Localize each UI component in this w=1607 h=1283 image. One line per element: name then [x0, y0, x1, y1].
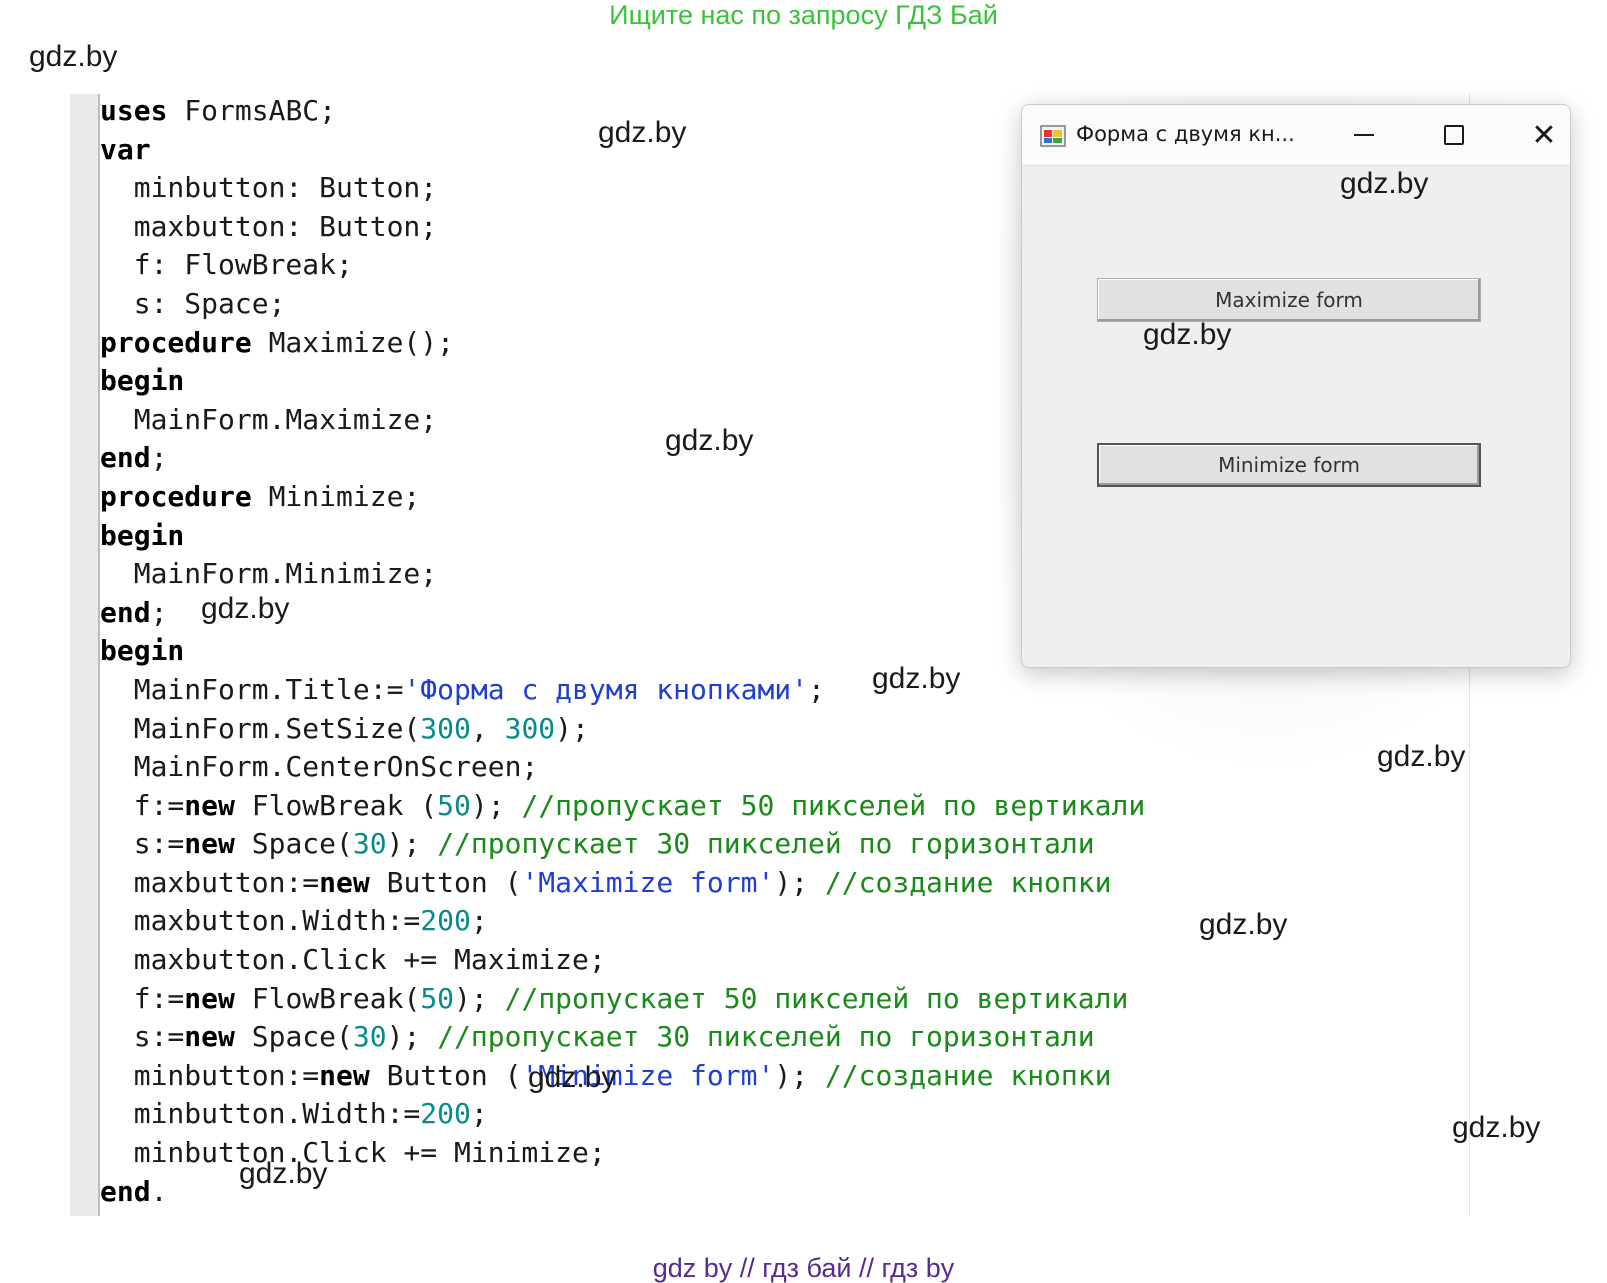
keyword: new	[319, 865, 370, 899]
code-text: s:=	[100, 827, 185, 861]
window-title: Форма с двумя кн...	[1076, 122, 1295, 146]
string-literal: 'Maximize form'	[521, 865, 775, 899]
code-text: Space(	[234, 1020, 353, 1054]
keyword: new	[184, 981, 235, 1015]
code-line: minbutton: Button;	[100, 171, 438, 205]
keyword: new	[184, 788, 235, 822]
code-text: );	[386, 827, 438, 861]
code-text: MainForm.Title:=	[100, 672, 404, 706]
keyword: new	[184, 1020, 235, 1054]
code-line: MainForm.Minimize;	[100, 557, 438, 591]
form-window[interactable]: Форма с двумя кн... ✕ Maximize form Mini…	[1021, 104, 1571, 668]
code-line: MainForm.Maximize;	[100, 402, 438, 436]
code-text: FlowBreak (	[234, 788, 438, 822]
keyword: begin	[100, 518, 185, 552]
keyword: end	[100, 595, 151, 629]
code-text: f:=	[100, 981, 185, 1015]
code-text: );	[386, 1020, 438, 1054]
number-literal: 50	[420, 981, 455, 1015]
number-literal: 30	[352, 1020, 387, 1054]
watermark: gdz.by	[239, 1157, 328, 1190]
footer-links: gdz by // гдз бай // гдз by	[652, 1253, 955, 1283]
string-literal: 'Форма с двумя кнопками'	[403, 672, 809, 706]
code-text: FlowBreak(	[234, 981, 421, 1015]
code-text: FormsABC;	[167, 94, 337, 127]
number-literal: 30	[352, 827, 387, 861]
keyword: new	[184, 827, 235, 861]
code-text: minbutton:=	[100, 1058, 320, 1092]
code-text: Minimize;	[251, 479, 421, 513]
code-line: minbutton.Click += Minimize;	[100, 1136, 606, 1170]
code-text: Space(	[234, 827, 353, 861]
comment: //пропускает 30 пикселей по горизонтали	[437, 827, 1095, 861]
keyword: end	[100, 441, 151, 475]
code-text: Button (	[369, 1058, 522, 1092]
code-text: maxbutton:=	[100, 865, 320, 899]
minimize-form-button[interactable]: Minimize form	[1097, 443, 1481, 487]
watermark: gdz.by	[528, 1061, 617, 1094]
code-line: maxbutton.Click += Maximize;	[100, 943, 606, 977]
watermark: gdz.by	[1452, 1111, 1541, 1144]
number-literal: 300	[420, 711, 471, 745]
code-text: MainForm.SetSize(	[100, 711, 421, 745]
code-text: maxbutton.Width:=	[100, 904, 421, 938]
maximize-icon	[1444, 125, 1464, 145]
keyword: begin	[100, 364, 185, 398]
comment: //создание кнопки	[824, 865, 1112, 899]
minimize-icon	[1354, 134, 1374, 136]
number-literal: 200	[420, 1097, 471, 1131]
keyword: var	[100, 132, 151, 166]
maximize-form-button[interactable]: Maximize form	[1097, 278, 1481, 322]
code-text: s:=	[100, 1020, 185, 1054]
close-window-button[interactable]: ✕	[1512, 105, 1570, 165]
watermark: gdz.by	[1377, 740, 1466, 773]
code-line: f: FlowBreak;	[100, 248, 353, 282]
code-text: ;	[470, 1097, 488, 1131]
top-banner: Ищите нас по запросу ГДЗ Бай	[609, 0, 998, 30]
number-literal: 300	[504, 711, 556, 745]
code-line: MainForm.CenterOnScreen;	[100, 750, 539, 784]
code-text: );	[454, 981, 505, 1015]
window-titlebar[interactable]: Форма с двумя кн... ✕	[1022, 105, 1570, 166]
code-text: );	[774, 1058, 825, 1092]
keyword: uses	[100, 94, 168, 127]
keyword: procedure	[100, 479, 252, 513]
code-line: s: Space;	[100, 286, 286, 320]
number-literal: 50	[437, 788, 471, 822]
code-text: Button (	[369, 865, 522, 899]
code-text: f:=	[100, 788, 185, 822]
watermark: gdz.by	[872, 662, 961, 695]
editor-gutter	[70, 94, 100, 1216]
watermark: gdz.by	[1340, 167, 1429, 200]
code-text: minbutton.Width:=	[100, 1097, 421, 1131]
comment: //пропускает 50 пикселей по вертикали	[521, 788, 1146, 822]
comment: //пропускает 50 пикселей по вертикали	[504, 981, 1129, 1015]
comment: //пропускает 30 пикселей по горизонтали	[437, 1020, 1095, 1054]
code-text: );	[470, 788, 522, 822]
maximize-window-button[interactable]	[1422, 105, 1486, 165]
keyword: procedure	[100, 325, 252, 359]
keyword: new	[319, 1058, 370, 1092]
code-text: );	[555, 711, 589, 745]
keyword: begin	[100, 634, 185, 668]
watermark: gdz.by	[201, 592, 290, 625]
code-editor[interactable]: uses FormsABC; var minbutton: Button; ma…	[100, 92, 1145, 1211]
code-text: ;	[470, 904, 488, 938]
watermark: gdz.by	[1199, 908, 1288, 941]
code-text: );	[774, 865, 825, 899]
keyword: end	[100, 1174, 151, 1208]
comment: //создание кнопки	[824, 1058, 1112, 1092]
close-icon: ✕	[1531, 117, 1557, 153]
watermark: gdz.by	[1143, 318, 1232, 351]
code-text: ,	[470, 711, 505, 745]
number-literal: 200	[420, 904, 471, 938]
code-text: ;	[808, 672, 825, 706]
watermark: gdz.by	[665, 424, 754, 457]
watermark: gdz.by	[598, 116, 687, 149]
watermark: gdz.by	[29, 40, 118, 73]
minimize-window-button[interactable]	[1332, 105, 1396, 165]
code-line: maxbutton: Button;	[100, 209, 438, 243]
app-icon	[1040, 125, 1066, 147]
code-text: Maximize();	[251, 325, 455, 359]
